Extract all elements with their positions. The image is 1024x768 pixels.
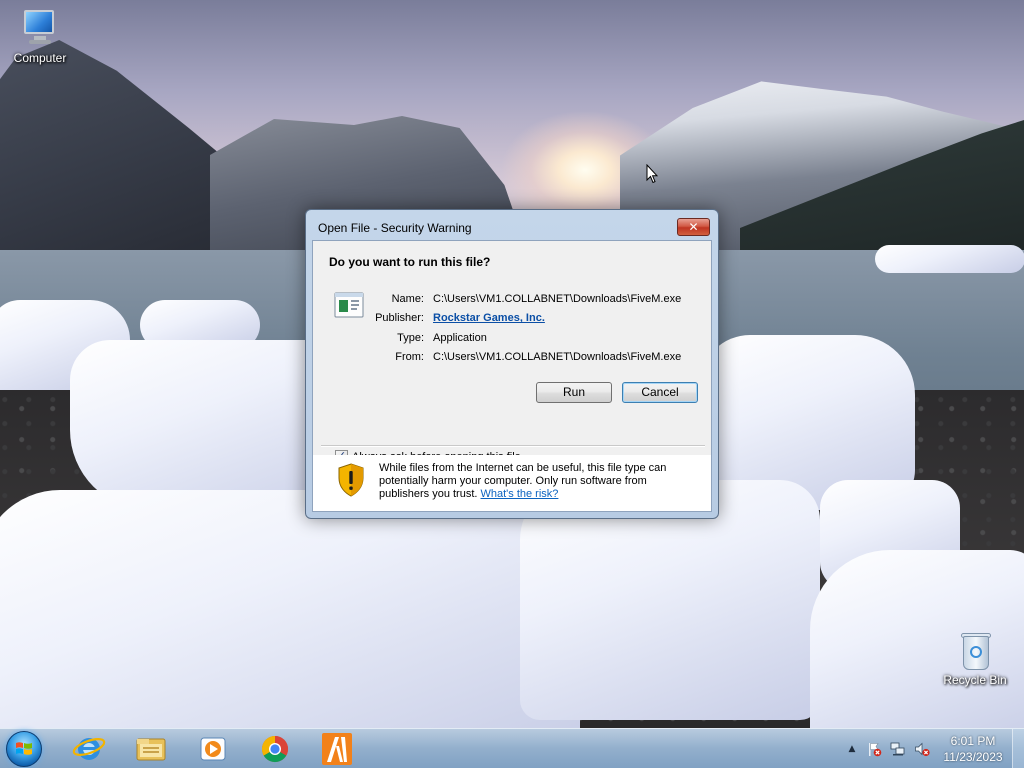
volume-muted-icon[interactable] [914,741,930,757]
taskbar-fivem[interactable] [317,732,357,766]
mouse-pointer-icon [646,164,658,184]
taskbar-media-player[interactable] [193,732,233,766]
taskbar-internet-explorer[interactable] [69,732,109,766]
taskbar: ▲ 6:01 PM 11/23/2023 [0,728,1024,768]
file-name-value: C:\Users\VM1.COLLABNET\Downloads\FiveM.e… [433,292,682,305]
windows-logo-icon [16,742,32,755]
dialog-title: Open File - Security Warning [318,221,472,235]
field-label: From: [395,351,424,364]
field-row-name: Name: C:\Users\VM1.COLLABNET\Downloads\F… [373,289,682,309]
folder-icon [136,738,166,761]
field-label: Publisher: [375,312,424,325]
wallpaper-ice [0,490,580,728]
taskbar-google-chrome[interactable] [255,732,295,766]
dialog-titlebar[interactable]: Open File - Security Warning ✕ [306,210,718,240]
file-type-value: Application [433,331,487,344]
publisher-link[interactable]: Rockstar Games, Inc. [433,312,545,324]
close-button[interactable]: ✕ [677,218,710,236]
clock-time: 6:01 PM [950,734,996,748]
field-row-type: Type: Application [373,328,681,348]
file-source-value: C:\Users\VM1.COLLABNET\Downloads\FiveM.e… [433,351,682,364]
computer-icon [20,8,60,48]
wallpaper-ice [875,245,1024,273]
show-hidden-icons-button[interactable]: ▲ [844,741,860,757]
close-icon: ✕ [688,220,699,234]
warning-message: While files from the Internet can be use… [379,462,699,501]
desktop-icon-label: Computer [13,51,67,65]
taskbar-clock[interactable]: 6:01 PM 11/23/2023 [938,733,1008,765]
security-warning-dialog: Open File - Security Warning ✕ Do you wa… [305,209,719,519]
dialog-question: Do you want to run this file? [329,255,491,269]
taskbar-windows-explorer[interactable] [131,732,171,766]
start-button[interactable] [6,731,42,767]
desktop-icon-computer[interactable]: Computer [2,8,78,65]
clock-date: 11/23/2023 [943,750,1003,764]
desktop-icon-recycle-bin[interactable]: Recycle Bin [937,630,1013,687]
cancel-button[interactable]: Cancel [622,382,698,403]
field-label: Type: [397,331,424,344]
fivem-icon [322,733,352,765]
whats-the-risk-link[interactable]: What's the risk? [481,488,559,500]
dialog-content: Do you want to run this file? Name: C:\U… [312,240,712,512]
field-label: Name: [391,292,424,305]
file-details: Name: C:\Users\VM1.COLLABNET\Downloads\F… [373,289,681,367]
chrome-icon [261,735,289,763]
application-icon [334,292,364,318]
internet-explorer-icon [72,738,106,760]
field-row-from: From: C:\Users\VM1.COLLABNET\Downloads\F… [373,348,681,368]
field-row-publisher: Publisher: Rockstar Games, Inc. [373,309,681,329]
shield-warning-icon [338,463,364,497]
action-center-flag-icon[interactable] [866,741,882,757]
desktop-icon-label: Recycle Bin [943,673,1007,687]
network-icon[interactable] [890,741,906,757]
recycle-bin-icon [955,630,995,670]
media-player-icon [200,737,226,761]
run-button[interactable]: Run [536,382,612,403]
separator [321,445,705,447]
show-desktop-button[interactable] [1012,729,1024,768]
